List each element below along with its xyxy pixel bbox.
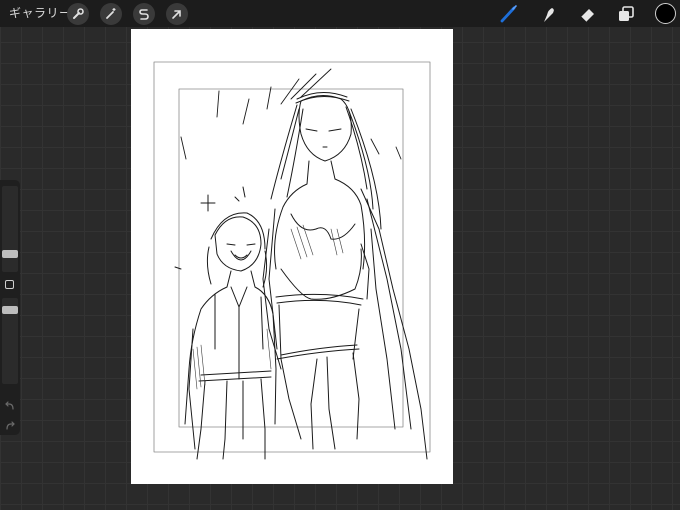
eraser-icon[interactable]	[576, 3, 598, 25]
redo-arrow-icon[interactable]	[4, 417, 16, 430]
color-picker-button[interactable]	[655, 3, 676, 24]
gallery-button[interactable]: ギャラリー	[9, 5, 72, 21]
undo-arrow-icon[interactable]	[4, 397, 16, 410]
arrow-cursor-icon[interactable]	[166, 3, 188, 25]
magic-wand-icon[interactable]	[100, 3, 122, 25]
wrench-icon[interactable]	[67, 3, 89, 25]
modify-button[interactable]	[5, 280, 14, 289]
top-toolbar: ギャラリー	[0, 0, 680, 27]
brush-size-thumb[interactable]	[2, 250, 18, 258]
brush-size-slider[interactable]	[2, 186, 18, 272]
opacity-thumb[interactable]	[2, 306, 18, 314]
layers-icon[interactable]	[615, 3, 637, 25]
selection-s-icon[interactable]	[133, 3, 155, 25]
brush-icon[interactable]	[498, 3, 520, 25]
left-sidebar	[0, 180, 20, 435]
smudge-finger-icon[interactable]	[537, 3, 559, 25]
drawing-canvas[interactable]	[131, 29, 453, 484]
sketch-artwork	[153, 61, 431, 460]
